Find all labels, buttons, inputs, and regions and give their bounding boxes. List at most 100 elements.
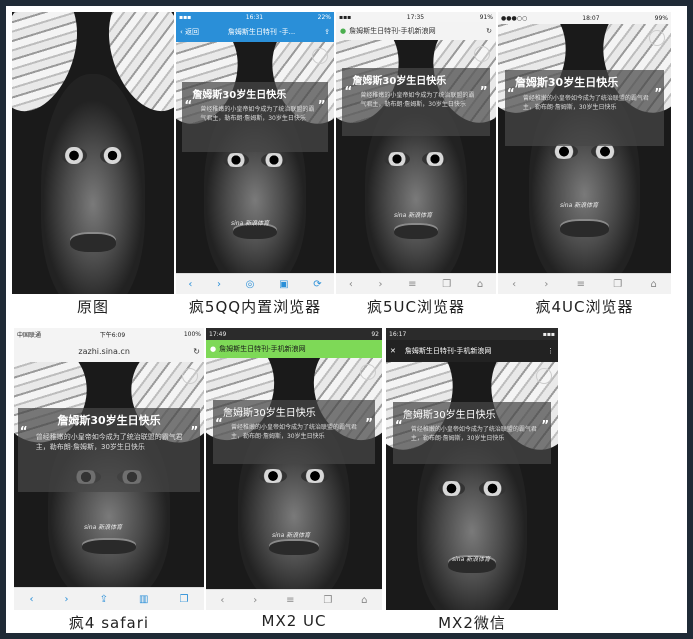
phone-mx2-uc: 17:49 92 ● 詹姆斯生日特刊-手机新浪网 詹姆斯30岁生日快乐 “ ” …	[206, 328, 382, 610]
menu-icon[interactable]: ≡	[408, 279, 416, 290]
photo: 詹姆斯30岁生日快乐 “ ” 曾经稚嫩的小皇帝如今成为了统治联盟的霸气君主，勒布…	[206, 358, 382, 590]
overlay-title: 詹姆斯30岁生日快乐	[223, 408, 316, 419]
caption-crazy4-safari: 疯4 safari	[68, 614, 150, 632]
forward-icon[interactable]: ›	[217, 279, 221, 290]
quote-close-icon: ”	[190, 424, 199, 438]
forward-icon[interactable]: ›	[378, 279, 382, 290]
close-icon[interactable]: ✕	[390, 347, 396, 355]
mouth	[393, 222, 439, 239]
bookmarks-icon[interactable]: ▥	[139, 594, 148, 605]
bottom-toolbar: ‹ › ≡ ❐ ⌂	[336, 273, 496, 294]
text-overlay: 詹姆斯30岁生日快乐 “ ” 曾经稚嫩的小皇帝如今成为了统治联盟的霸气君主，勒布…	[213, 400, 375, 464]
reload-icon[interactable]: ↻	[193, 347, 200, 356]
caption-crazy5-qq: 疯5QQ内置浏览器	[188, 298, 322, 316]
address-bar[interactable]: ● 詹姆斯生日特刊-手机新浪网	[206, 340, 382, 358]
watermark: sina 新浪体育	[452, 556, 491, 563]
text-overlay: 詹姆斯30岁生日快乐 “ ” 曾经稚嫩的小皇帝如今成为了统治联盟的霸气君主，勒布…	[182, 82, 328, 152]
phone-uc4-browser: ●●●○○ 18:07 99% 詹姆斯30岁生日快乐 “ ” 曾经稚嫩的小皇帝如…	[498, 12, 671, 294]
bottom-toolbar: ‹ › ⇪ ▥ ❐	[14, 587, 204, 610]
photo: 詹姆斯30岁生日快乐 “ ” 曾经稚嫩的小皇帝如今成为了统治联盟的霸气君主，勒布…	[336, 40, 496, 274]
photo	[12, 12, 174, 294]
phone-uc5-browser: ▪▪▪ 17:35 91% ● 詹姆斯生日特刊-手机新浪网 ↻ 詹姆斯30岁生日…	[336, 12, 496, 294]
left-eye	[549, 144, 578, 159]
address-bar[interactable]: zazhi.sina.cn ↻	[14, 340, 204, 362]
quote-open-icon: “	[394, 418, 403, 432]
status-bar: 16:17 ▪▪▪	[386, 328, 558, 340]
watermark: sina 新浪体育	[84, 524, 123, 531]
photo: 詹姆斯30岁生日快乐 “ ” 曾经稚嫩的小皇帝如今成为了统治联盟的霸气君主，勒布…	[498, 24, 671, 274]
signal-icon: ●●●○○	[501, 14, 528, 22]
left-eye	[60, 147, 87, 165]
sina-logo-icon	[312, 48, 328, 64]
tabs-icon[interactable]: ❐	[442, 279, 451, 290]
back-icon[interactable]: ‹	[30, 594, 34, 605]
overlay-body: 曾经稚嫩的小皇帝如今成为了统治联盟的霸气君主，勒布朗·詹姆斯，30岁生日快乐	[360, 92, 475, 108]
menu-icon[interactable]: ≡	[286, 595, 294, 606]
bookmark-icon[interactable]: ▣	[279, 279, 288, 290]
sina-logo-icon	[182, 368, 198, 384]
status-time: 下午6:09	[99, 331, 126, 339]
signal-icon: ▪▪▪	[542, 330, 555, 338]
home-icon[interactable]: ⌂	[477, 279, 483, 290]
status-time: 16:31	[245, 13, 264, 21]
secure-icon: ●	[340, 27, 347, 35]
tabs-icon[interactable]: ❐	[323, 595, 332, 606]
status-bar: ●●●○○ 18:07 99%	[498, 12, 671, 24]
tabs-icon[interactable]: ❐	[179, 594, 188, 605]
photo: 詹姆斯30岁生日快乐 “ ” 曾经稚嫩的小皇帝如今成为了统治联盟的霸气君主，勒布…	[176, 42, 334, 274]
back-button[interactable]: ‹ 返回	[180, 27, 199, 37]
carrier: 中国联通	[17, 331, 42, 339]
forward-icon[interactable]: ›	[253, 595, 257, 606]
forward-icon[interactable]: ›	[544, 279, 548, 290]
status-bar: 中国联通 下午6:09 100%	[14, 328, 204, 340]
status-time: 18:07	[582, 14, 600, 22]
quote-open-icon: “	[184, 98, 193, 112]
status-bar: 17:49 92	[206, 328, 382, 340]
address-bar[interactable]: ● 詹姆斯生日特刊-手机新浪网 ↻	[336, 22, 496, 40]
back-icon[interactable]: ‹	[188, 279, 192, 290]
status-bar: ▪▪▪ 17:35 91%	[336, 12, 496, 22]
home-icon[interactable]: ⌂	[361, 595, 367, 606]
bottom-toolbar: ‹ › ≡ ❐ ⌂	[206, 589, 382, 610]
overlay-body: 曾经稚嫩的小皇帝如今成为了统治联盟的霸气君主，勒布朗·詹姆斯，30岁生日快乐	[410, 426, 537, 442]
mouth	[82, 538, 136, 555]
phone-qq-browser: ▪▪▪ 16:31 22% ‹ 返回 詹姆斯生日特刊 -手... ⇪ 詹姆斯30…	[176, 12, 334, 294]
overlay-body: 曾经稚嫩的小皇帝如今成为了统治联盟的霸气君主，勒布朗·詹姆斯，30岁生日快乐	[200, 106, 315, 122]
text-overlay: 詹姆斯30岁生日快乐 “ ” 曾经稚嫩的小皇帝如今成为了统治联盟的霸气君主，勒布…	[392, 402, 552, 464]
menu-icon[interactable]: ⟳	[313, 279, 321, 290]
menu-icon[interactable]: ⋮	[547, 347, 554, 355]
forward-icon[interactable]: ›	[65, 594, 69, 605]
tabs-icon[interactable]: ❐	[613, 279, 622, 290]
bottom-toolbar: ‹ › ◎ ▣ ⟳	[176, 273, 334, 294]
share-icon[interactable]: ⇪	[324, 28, 330, 36]
reload-icon[interactable]: ↻	[486, 27, 492, 35]
sina-logo-icon	[536, 368, 552, 384]
home-icon[interactable]: ⌂	[650, 279, 656, 290]
menu-icon[interactable]: ≡	[577, 279, 585, 290]
mouth	[70, 231, 116, 252]
quote-close-icon: ”	[479, 84, 488, 98]
back-icon[interactable]: ‹	[220, 595, 224, 606]
left-eye	[437, 481, 466, 496]
back-icon[interactable]: ‹	[512, 279, 516, 290]
status-time: 16:17	[389, 330, 407, 338]
status-time: 17:49	[209, 330, 227, 338]
quote-close-icon: ”	[317, 98, 326, 112]
quote-open-icon: “	[19, 424, 28, 438]
signal-icon: ▪▪▪	[339, 13, 352, 21]
caption-original: 原图	[76, 298, 109, 316]
original-image	[12, 12, 174, 294]
right-eye	[261, 153, 287, 168]
signal-icon: ▪▪▪	[179, 13, 192, 21]
battery-level: 22%	[317, 13, 331, 21]
share-icon[interactable]: ⇪	[100, 594, 108, 605]
battery-level: 99%	[654, 14, 668, 22]
sina-logo-icon	[360, 364, 376, 380]
photo: 詹姆斯30岁生日快乐 “ ” 曾经稚嫩的小皇帝如今成为了统治联盟的霸气君主，勒布…	[14, 362, 204, 588]
page-title: 詹姆斯生日特刊-手机新浪网	[349, 27, 436, 35]
quote-open-icon: “	[344, 84, 353, 98]
back-icon[interactable]: ‹	[349, 279, 353, 290]
caption-mx2-uc: MX2 UC	[261, 612, 327, 630]
comparison-frame: 原图 ▪▪▪ 16:31 22% ‹ 返回 詹姆斯生日特刊 -手... ⇪ 詹姆…	[0, 0, 693, 639]
refresh-icon[interactable]: ◎	[246, 279, 255, 290]
